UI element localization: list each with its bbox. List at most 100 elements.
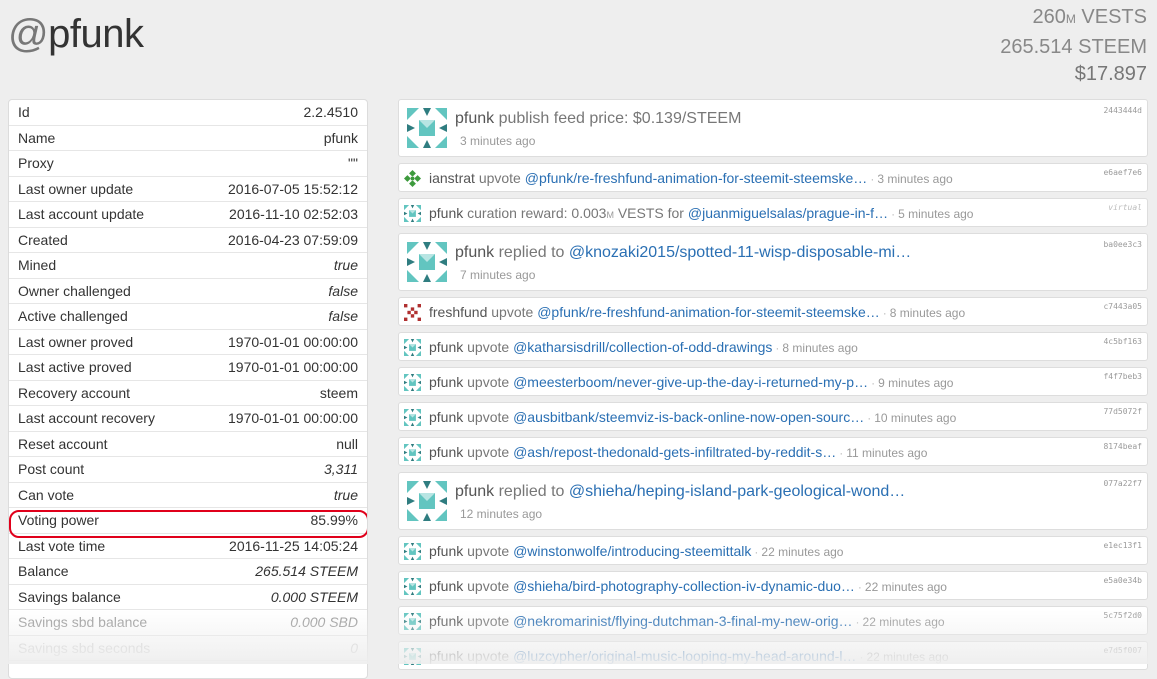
avatar-identicon[interactable] (404, 613, 421, 630)
feed-permlink[interactable]: @shieha/heping-island-park-geological-wo… (569, 483, 905, 500)
feed-permlink[interactable]: @knozaki2015/spotted-11-wisp-disposable-… (569, 244, 911, 261)
property-row: Savings sbd balance 0.000 SBD (9, 610, 367, 636)
feed-item-text: freshfund upvote @pfunk/re-freshfund-ani… (429, 304, 965, 320)
feed-user-link[interactable]: pfunk (429, 613, 463, 629)
property-row: Savings balance 0.000 STEEM (9, 585, 367, 610)
operation-id[interactable]: 5c75f2d0 (1103, 611, 1142, 620)
feed-action: upvote (467, 543, 510, 559)
avatar-identicon[interactable] (407, 481, 447, 521)
avatar-identicon[interactable] (404, 374, 421, 391)
property-label: Id (18, 104, 30, 121)
feed-action: publish feed price: $0.139/STEEM (498, 110, 742, 127)
feed-action: upvote (467, 648, 510, 664)
feed-user-link[interactable]: pfunk (429, 374, 463, 390)
property-value: 0.000 STEEM (270, 588, 358, 605)
operation-id[interactable]: virtual (1108, 203, 1142, 212)
property-value: steem (319, 384, 358, 401)
feed-action: upvote (467, 578, 510, 594)
at-symbol: @ (8, 12, 49, 56)
separator-dot: · (871, 376, 876, 390)
feed-permlink[interactable]: @meesterboom/never-give-up-the-day-i-ret… (513, 374, 868, 390)
property-row: Proxy "" (9, 151, 367, 177)
operation-id[interactable]: 8174beaf (1103, 442, 1142, 451)
property-value: 3,311 (324, 461, 358, 478)
property-row: Post count 3,311 (9, 457, 367, 483)
feed-permlink[interactable]: @juanmiguelsalas/prague-in-f… (688, 205, 888, 221)
feed-permlink[interactable]: @pfunk/re-freshfund-animation-for-steemi… (537, 304, 880, 320)
property-label: Recovery account (18, 384, 131, 401)
property-value: 2.2.4510 (303, 104, 359, 121)
feed-permlink[interactable]: @ash/repost-thedonald-gets-infiltrated-b… (513, 444, 836, 460)
avatar-identicon[interactable] (404, 444, 421, 461)
operation-id[interactable]: ba0ee3c3 (1103, 240, 1142, 249)
property-label: Created (18, 231, 68, 248)
operation-id[interactable]: 077a22f7 (1103, 479, 1142, 488)
property-value: 2016-11-25 14:05:24 (229, 537, 358, 554)
feed-item: 77d5072f pfunk upvote @ausbitbank/steemvi… (398, 402, 1148, 431)
operation-id[interactable]: 4c5bf163 (1103, 337, 1142, 346)
avatar-identicon[interactable] (404, 543, 421, 560)
feed-permlink[interactable]: @pfunk/re-freshfund-animation-for-steemi… (525, 170, 868, 186)
feed-action: curation reward: 0.003 (467, 205, 607, 221)
feed-user-link[interactable]: ianstrat (429, 170, 475, 186)
feed-user-link[interactable]: pfunk (429, 648, 463, 664)
avatar-identicon[interactable] (404, 648, 421, 665)
operation-id[interactable]: e5a0e34b (1103, 576, 1142, 585)
operation-id[interactable]: c7443a05 (1103, 302, 1142, 311)
feed-action-unit: M (606, 210, 614, 220)
separator-dot: · (891, 207, 896, 221)
property-row: Owner challenged false (9, 279, 367, 304)
avatar-identicon[interactable] (404, 170, 421, 187)
property-row: Active challenged false (9, 304, 367, 330)
feed-time: 12 minutes ago (460, 507, 543, 521)
feed-user-link[interactable]: pfunk (429, 578, 463, 594)
operation-id[interactable]: e7d5f007 (1103, 646, 1142, 655)
feed-user-link[interactable]: pfunk (429, 339, 463, 355)
feed-permlink[interactable]: @ausbitbank/steemviz-is-back-online-now-… (513, 409, 864, 425)
avatar-identicon[interactable] (404, 409, 421, 426)
avatar-identicon[interactable] (404, 205, 421, 222)
avatar-identicon[interactable] (404, 339, 421, 356)
feed-permlink[interactable]: @katharsisdrill/collection-of-odd-drawin… (513, 339, 772, 355)
property-label: Savings balance (18, 588, 121, 605)
feed-permlink[interactable]: @shieha/bird-photography-collection-iv-d… (513, 578, 855, 594)
feed-permlink[interactable]: @nekromarinist/flying-dutchman-3-final-m… (513, 613, 852, 629)
property-value: "" (348, 155, 358, 172)
usd-total: $17.897 (1074, 63, 1147, 85)
property-value: 0 (350, 639, 358, 656)
feed-item-text: pfunk upvote @luzcypher/original-music-l… (429, 648, 949, 664)
feed-user-link[interactable]: pfunk (455, 110, 494, 127)
feed-user-link[interactable]: pfunk (455, 483, 494, 500)
property-label: Proxy (18, 155, 54, 172)
feed-user-link[interactable]: pfunk (429, 444, 463, 460)
avatar-identicon[interactable] (407, 242, 447, 282)
feed-time: 22 minutes ago (761, 545, 844, 559)
feed-permlink[interactable]: @winstonwolfe/introducing-steemittalk (513, 543, 751, 559)
feed-user-link[interactable]: pfunk (429, 543, 463, 559)
separator-dot: · (882, 306, 887, 320)
property-row: Balance 265.514 STEEM (9, 559, 367, 585)
separator-dot: · (754, 545, 759, 559)
avatar-identicon[interactable] (407, 108, 447, 148)
feed-action: upvote (467, 444, 510, 460)
feed-item: c7443a05 freshfund upvote @pfunk/re-fresh… (398, 297, 1148, 326)
property-value: false (328, 282, 358, 299)
separator-dot: · (870, 172, 875, 186)
operation-id[interactable]: f4f7beb3 (1103, 372, 1142, 381)
avatar-identicon[interactable] (404, 304, 421, 321)
property-value: 2016-11-10 02:52:03 (229, 206, 358, 223)
operation-id[interactable]: e1ec13f1 (1103, 541, 1142, 550)
operation-id[interactable]: e6aef7e6 (1103, 168, 1142, 177)
feed-user-link[interactable]: pfunk (429, 409, 463, 425)
avatar-identicon[interactable] (404, 578, 421, 595)
property-label: Name (18, 129, 56, 146)
feed-permlink[interactable]: @luzcypher/original-music-looping-my-hea… (513, 648, 856, 664)
feed-user-link[interactable]: freshfund (429, 304, 487, 320)
separator-dot: · (775, 341, 780, 355)
operation-id[interactable]: 2443444d (1103, 106, 1142, 115)
operation-id[interactable]: 77d5072f (1103, 407, 1142, 416)
feed-user-link[interactable]: pfunk (455, 244, 494, 261)
feed-user-link[interactable]: pfunk (429, 205, 463, 221)
feed-time: 7 minutes ago (460, 268, 536, 282)
feed-item: 8174beaf pfunk upvote @ash/repost-thedona… (398, 437, 1148, 466)
